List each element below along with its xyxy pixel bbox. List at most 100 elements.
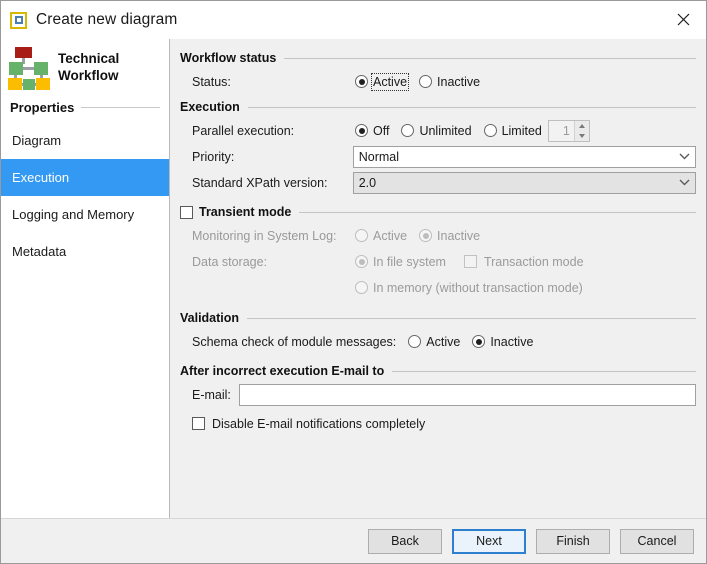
radio-dot-icon bbox=[472, 335, 485, 348]
disable-email-label: Disable E-mail notifications completely bbox=[212, 417, 425, 431]
priority-value: Normal bbox=[359, 150, 399, 164]
row-disable-email: Disable E-mail notifications completely bbox=[180, 411, 696, 436]
radio-label: In file system bbox=[373, 255, 446, 269]
stepper-buttons[interactable] bbox=[574, 121, 589, 141]
section-title: Validation bbox=[180, 311, 239, 325]
section-divider bbox=[248, 107, 696, 108]
radio-dot-icon bbox=[355, 229, 368, 242]
section-execution: Execution bbox=[180, 100, 696, 114]
workflow-nodes-icon bbox=[8, 47, 52, 87]
row-xpath-version: Standard XPath version: 2.0 bbox=[180, 170, 696, 195]
radio-dot-icon bbox=[355, 124, 368, 137]
close-icon[interactable] bbox=[660, 1, 706, 38]
parallel-execution-label: Parallel execution: bbox=[180, 124, 355, 138]
row-schema-check: Schema check of module messages: Active … bbox=[180, 329, 696, 354]
radio-label: Active bbox=[426, 335, 460, 349]
next-button[interactable]: Next bbox=[452, 529, 526, 554]
radio-label: Unlimited bbox=[419, 124, 471, 138]
radio-parallel-unlimited[interactable]: Unlimited bbox=[401, 124, 471, 138]
properties-divider bbox=[81, 107, 160, 108]
xpath-version-label: Standard XPath version: bbox=[180, 176, 353, 190]
section-title: Execution bbox=[180, 100, 240, 114]
xpath-version-select[interactable]: 2.0 bbox=[353, 172, 696, 194]
brand-name-line1: Technical bbox=[58, 50, 119, 67]
radio-schema-inactive[interactable]: Inactive bbox=[472, 335, 533, 349]
email-label: E-mail: bbox=[180, 388, 239, 402]
radio-dot-icon bbox=[355, 255, 368, 268]
status-label: Status: bbox=[180, 75, 355, 89]
limited-count-value: 1 bbox=[549, 121, 574, 141]
sidebar: Technical Workflow Properties Diagram Ex… bbox=[1, 39, 170, 518]
back-button[interactable]: Back bbox=[368, 529, 442, 554]
radio-monitoring-active[interactable]: Active bbox=[355, 229, 407, 243]
row-monitoring-system-log: Monitoring in System Log: Active Inactiv… bbox=[180, 223, 696, 248]
radio-status-active[interactable]: Active bbox=[355, 75, 407, 89]
sidebar-item-diagram[interactable]: Diagram bbox=[1, 122, 169, 159]
sidebar-nav: Diagram Execution Logging and Memory Met… bbox=[1, 122, 169, 270]
sidebar-item-logging-and-memory[interactable]: Logging and Memory bbox=[1, 196, 169, 233]
row-email: E-mail: bbox=[180, 382, 696, 407]
section-transient-mode: Transient mode bbox=[180, 205, 696, 219]
window-title: Create new diagram bbox=[36, 11, 177, 29]
diagram-icon bbox=[10, 12, 27, 29]
radio-storage-in-memory[interactable]: In memory (without transaction mode) bbox=[355, 281, 583, 295]
radio-monitoring-inactive[interactable]: Inactive bbox=[419, 229, 480, 243]
radio-status-inactive[interactable]: Inactive bbox=[419, 75, 480, 89]
stepper-up-icon[interactable] bbox=[575, 121, 589, 131]
settings-panel: Workflow status Status: Active Inactive … bbox=[170, 39, 706, 518]
radio-label: Off bbox=[373, 124, 389, 138]
sidebar-item-execution[interactable]: Execution bbox=[1, 159, 169, 196]
title-bar: Create new diagram bbox=[1, 1, 706, 39]
brand-name: Technical Workflow bbox=[58, 47, 119, 84]
brand: Technical Workflow bbox=[1, 39, 169, 91]
row-parallel-execution: Parallel execution: Off Unlimited Limite… bbox=[180, 118, 696, 143]
radio-label: Inactive bbox=[490, 335, 533, 349]
email-input[interactable] bbox=[239, 384, 696, 406]
section-divider bbox=[247, 318, 696, 319]
properties-header: Properties bbox=[1, 94, 169, 115]
radio-storage-file-system[interactable]: In file system bbox=[355, 255, 446, 269]
transaction-mode-checkbox-wrap[interactable]: Transaction mode bbox=[464, 255, 584, 269]
section-validation: Validation bbox=[180, 311, 696, 325]
row-status: Status: Active Inactive bbox=[180, 69, 696, 94]
transaction-mode-label: Transaction mode bbox=[484, 255, 584, 269]
sidebar-item-metadata[interactable]: Metadata bbox=[1, 233, 169, 270]
radio-schema-active[interactable]: Active bbox=[408, 335, 460, 349]
section-divider bbox=[392, 371, 696, 372]
radio-dot-icon bbox=[355, 75, 368, 88]
radio-label: Limited bbox=[502, 124, 542, 138]
section-title: After incorrect execution E-mail to bbox=[180, 364, 384, 378]
section-divider bbox=[299, 212, 696, 213]
section-title: Transient mode bbox=[199, 205, 291, 219]
radio-label: Inactive bbox=[437, 229, 480, 243]
radio-dot-icon bbox=[408, 335, 421, 348]
radio-parallel-off[interactable]: Off bbox=[355, 124, 389, 138]
transient-mode-checkbox[interactable] bbox=[180, 206, 193, 219]
finish-button[interactable]: Finish bbox=[536, 529, 610, 554]
section-divider bbox=[284, 58, 696, 59]
radio-parallel-limited[interactable]: Limited bbox=[484, 124, 542, 138]
sidebar-item-label: Diagram bbox=[12, 133, 61, 148]
radio-label: In memory (without transaction mode) bbox=[373, 281, 583, 295]
radio-label: Inactive bbox=[437, 75, 480, 89]
xpath-version-value: 2.0 bbox=[359, 176, 376, 190]
radio-dot-icon bbox=[355, 281, 368, 294]
chevron-down-icon bbox=[673, 153, 695, 160]
monitoring-label: Monitoring in System Log: bbox=[180, 229, 355, 243]
properties-label: Properties bbox=[10, 100, 74, 115]
dialog-footer: Back Next Finish Cancel bbox=[1, 518, 706, 563]
transaction-mode-checkbox[interactable] bbox=[464, 255, 477, 268]
brand-name-line2: Workflow bbox=[58, 67, 119, 84]
sidebar-item-label: Execution bbox=[12, 170, 69, 185]
stepper-down-icon[interactable] bbox=[575, 131, 589, 141]
cancel-button[interactable]: Cancel bbox=[620, 529, 694, 554]
dialog-body: Technical Workflow Properties Diagram Ex… bbox=[1, 39, 706, 518]
limited-count-stepper[interactable]: 1 bbox=[548, 120, 590, 142]
priority-select[interactable]: Normal bbox=[353, 146, 696, 168]
radio-label: Active bbox=[373, 229, 407, 243]
disable-email-checkbox[interactable] bbox=[192, 417, 205, 430]
disable-email-checkbox-wrap[interactable]: Disable E-mail notifications completely bbox=[192, 417, 425, 431]
section-title: Workflow status bbox=[180, 51, 276, 65]
radio-label: Active bbox=[373, 75, 407, 89]
radio-dot-icon bbox=[419, 229, 432, 242]
